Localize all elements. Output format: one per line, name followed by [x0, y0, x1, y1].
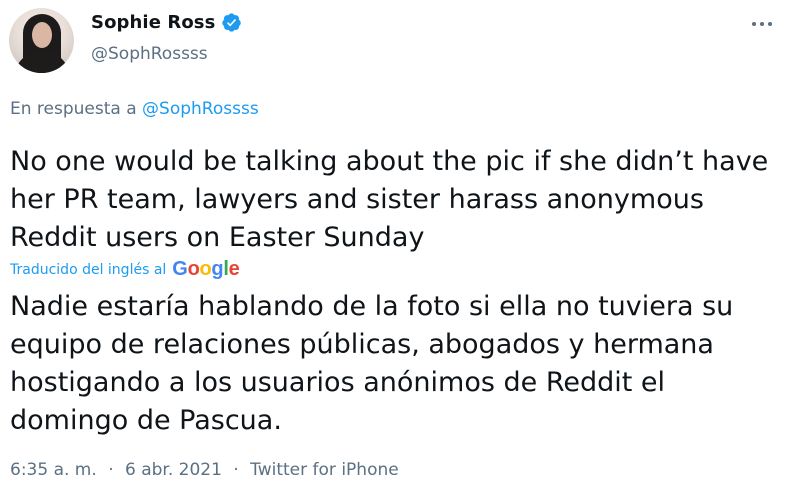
reply-mention-link[interactable]: @SophRossss: [142, 99, 259, 119]
meta-separator: ·: [108, 460, 114, 480]
author-name-row[interactable]: Sophie Ross: [91, 12, 242, 33]
dot: [768, 22, 772, 26]
avatar[interactable]: [9, 8, 74, 73]
author-handle[interactable]: @SophRossss: [91, 44, 208, 64]
tweet-text-translation: Nadie estaría hablando de la foto si ell…: [10, 291, 734, 436]
reply-context: En respuesta a @SophRossss: [10, 99, 259, 119]
author-display-name[interactable]: Sophie Ross: [91, 12, 215, 33]
translated-label: Traducido del inglés al: [10, 261, 167, 278]
dot: [752, 22, 756, 26]
google-logo: Google: [172, 258, 240, 280]
reply-prefix: En respuesta a: [10, 99, 137, 119]
verified-badge-icon: [222, 13, 242, 32]
translation-attribution[interactable]: Traducido del inglés al Google: [10, 258, 240, 281]
more-options-icon[interactable]: [748, 14, 776, 34]
tweet-time[interactable]: 6:35 a. m.: [10, 460, 97, 480]
meta-separator: ·: [233, 460, 239, 480]
tweet-metadata: 6:35 a. m. · 6 abr. 2021 · Twitter for i…: [10, 460, 399, 480]
tweet-text-original: No one would be talking about the pic if…: [10, 146, 769, 253]
tweet-source[interactable]: Twitter for iPhone: [250, 460, 399, 480]
tweet-date[interactable]: 6 abr. 2021: [125, 460, 222, 480]
dot: [760, 22, 764, 26]
avatar-face: [32, 22, 52, 48]
tweet: Sophie Ross @SophRossss En respuesta a @…: [0, 0, 800, 498]
